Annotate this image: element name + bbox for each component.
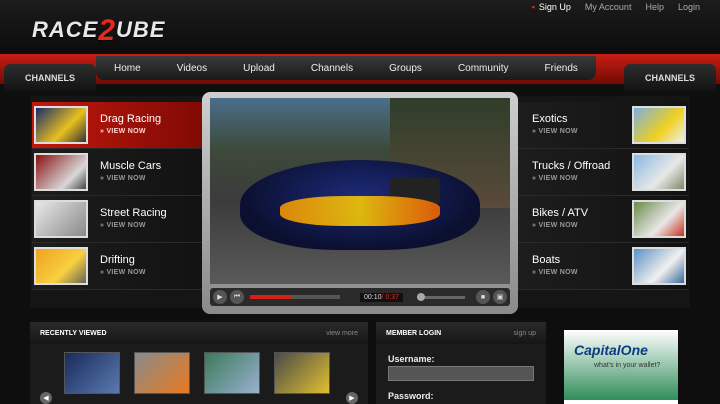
bullet-icon: ▪	[531, 2, 535, 12]
channel-name: Boats	[532, 254, 561, 266]
help-link[interactable]: Help	[645, 2, 664, 12]
nav-home[interactable]: Home	[110, 63, 145, 74]
channel-thumbnail	[632, 200, 686, 238]
logo-text-ube: UBE	[116, 17, 166, 42]
signup-label: Sign Up	[538, 2, 571, 12]
next-arrow-icon[interactable]: ▶	[346, 392, 358, 404]
progress-fill	[250, 295, 291, 299]
nav-upload[interactable]: Upload	[239, 63, 279, 74]
view-now-link[interactable]: » VIEW NOW	[100, 269, 146, 276]
view-now-link[interactable]: » VIEW NOW	[532, 128, 578, 135]
elapsed-time: 00:10	[364, 293, 382, 301]
nav-videos[interactable]: Videos	[173, 63, 211, 74]
progress-bar[interactable]	[250, 295, 340, 299]
right-control-buttons: ■ ▣	[473, 290, 507, 304]
channels-tab-left: CHANNELS	[4, 64, 96, 92]
login-link[interactable]: Login	[678, 2, 700, 12]
top-links: ▪ Sign Up My Account Help Login	[532, 2, 700, 12]
channel-bikes-atv[interactable]: Bikes / ATV » VIEW NOW	[518, 196, 688, 243]
channel-name: Drifting	[100, 254, 135, 266]
channel-street-racing[interactable]: Street Racing » VIEW NOW	[32, 196, 202, 243]
channel-name: Drag Racing	[100, 113, 162, 125]
nav-community[interactable]: Community	[454, 63, 513, 74]
stop-button[interactable]: ■	[476, 290, 490, 304]
channel-thumbnail	[632, 153, 686, 191]
recent-thumbnail[interactable]	[274, 352, 330, 394]
play-button[interactable]: ▶	[213, 290, 227, 304]
rewind-button[interactable]: ⏮	[230, 290, 244, 304]
channel-thumbnail	[34, 106, 88, 144]
channel-name: Exotics	[532, 113, 568, 125]
volume-knob[interactable]	[417, 292, 426, 301]
channel-name: Bikes / ATV	[532, 207, 589, 219]
signup-link[interactable]: sign up	[513, 330, 536, 337]
view-now-link[interactable]: » VIEW NOW	[532, 269, 578, 276]
top-header: RACE2UBE ▪ Sign Up My Account Help Login	[0, 0, 720, 56]
logo-text-2: 2	[98, 14, 117, 47]
channel-exotics[interactable]: Exotics » VIEW NOW	[518, 102, 688, 149]
main-nav: Home Videos Upload Channels Groups Commu…	[96, 56, 596, 80]
ad-brand: CapitalOne	[574, 342, 648, 358]
view-now-link[interactable]: » VIEW NOW	[532, 222, 578, 229]
prev-arrow-icon[interactable]: ◀	[40, 392, 52, 404]
ad-banner[interactable]: CapitalOne what's in your wallet?	[564, 330, 678, 404]
view-more-link[interactable]: view more	[326, 330, 358, 337]
member-login-header: MEMBER LOGIN sign up	[376, 322, 546, 344]
channel-muscle-cars[interactable]: Muscle Cars » VIEW NOW	[32, 149, 202, 196]
member-login-section: MEMBER LOGIN sign up Username: Password:	[376, 322, 546, 404]
channel-thumbnail	[34, 247, 88, 285]
view-now-link[interactable]: » VIEW NOW	[100, 128, 146, 135]
channel-thumbnail	[34, 153, 88, 191]
channel-trucks-offroad[interactable]: Trucks / Offroad » VIEW NOW	[518, 149, 688, 196]
nav-channels[interactable]: Channels	[307, 63, 357, 74]
channel-drag-racing[interactable]: Drag Racing » VIEW NOW	[32, 102, 202, 149]
site-logo[interactable]: RACE2UBE	[32, 14, 165, 48]
signup-link[interactable]: ▪ Sign Up	[532, 2, 571, 12]
left-channel-list: Drag Racing » VIEW NOW Muscle Cars » VIE…	[32, 102, 202, 290]
section-title: MEMBER LOGIN	[386, 329, 442, 337]
recently-viewed-header: RECENTLY VIEWED view more	[30, 322, 368, 344]
recently-viewed-section: RECENTLY VIEWED view more ◀ ▶	[30, 322, 368, 404]
channel-thumbnail	[632, 106, 686, 144]
channel-name: Trucks / Offroad	[532, 160, 611, 172]
section-title: RECENTLY VIEWED	[40, 329, 107, 337]
volume-slider[interactable]	[417, 292, 466, 301]
channel-name: Muscle Cars	[100, 160, 162, 172]
username-field[interactable]	[388, 366, 534, 381]
nav-friends[interactable]: Friends	[541, 63, 582, 74]
view-now-link[interactable]: » VIEW NOW	[100, 175, 146, 182]
username-label: Username:	[388, 354, 435, 364]
nav-groups[interactable]: Groups	[385, 63, 426, 74]
view-now-link[interactable]: » VIEW NOW	[100, 222, 146, 229]
channel-name: Street Racing	[100, 207, 167, 219]
recent-thumbnail[interactable]	[134, 352, 190, 394]
car-flames	[280, 196, 440, 226]
time-display: 00:10/ 0:37	[360, 292, 404, 302]
ad-tagline: what's in your wallet?	[594, 362, 661, 369]
total-time: / 0:37	[381, 293, 400, 301]
channel-boats[interactable]: Boats » VIEW NOW	[518, 243, 688, 290]
channel-drifting[interactable]: Drifting » VIEW NOW	[32, 243, 202, 290]
recent-thumbnails	[30, 344, 368, 394]
right-channel-list: Exotics » VIEW NOW Trucks / Offroad » VI…	[518, 102, 688, 290]
video-frame[interactable]	[210, 98, 510, 284]
player-controls: ▶ ⏮ 00:10/ 0:37 ■ ▣	[210, 288, 510, 306]
video-dragster-car	[240, 160, 480, 250]
channel-thumbnail	[34, 200, 88, 238]
recent-thumbnail[interactable]	[64, 352, 120, 394]
video-player: ▶ ⏮ 00:10/ 0:37 ■ ▣	[202, 92, 518, 314]
channels-tab-right: CHANNELS	[624, 64, 716, 92]
password-label: Password:	[388, 391, 434, 401]
fullscreen-button[interactable]: ▣	[493, 290, 507, 304]
my-account-link[interactable]: My Account	[585, 2, 632, 12]
view-now-link[interactable]: » VIEW NOW	[532, 175, 578, 182]
logo-text-race: RACE	[32, 17, 99, 42]
recent-thumbnail[interactable]	[204, 352, 260, 394]
channel-thumbnail	[632, 247, 686, 285]
